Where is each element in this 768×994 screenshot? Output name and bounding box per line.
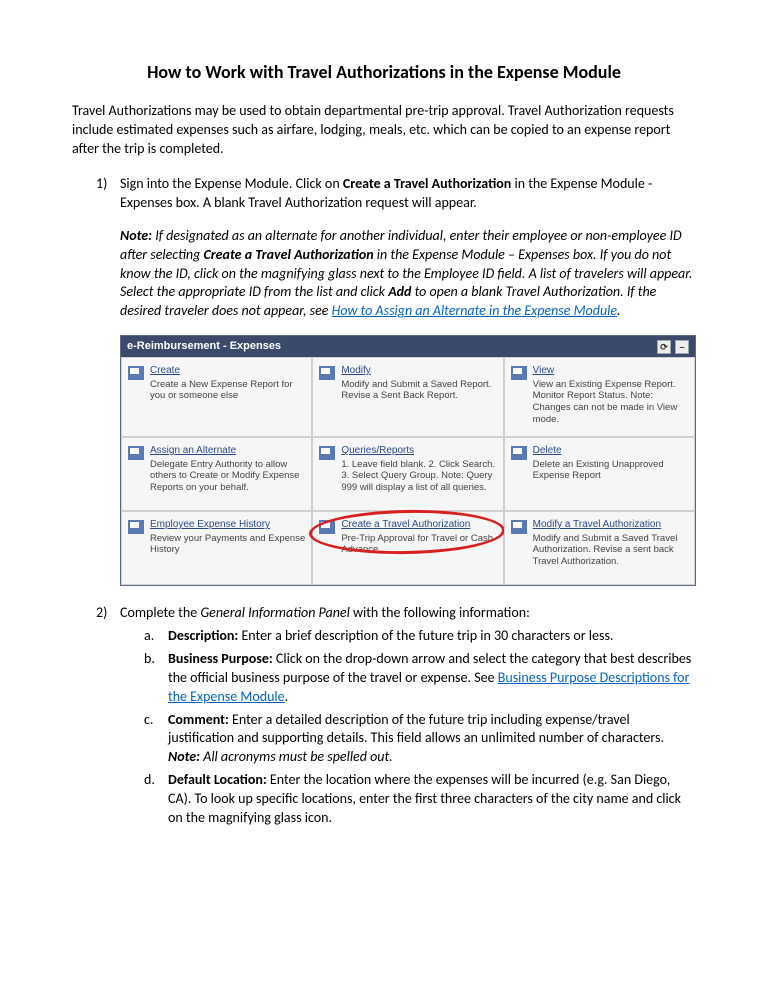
expense-panel: e-Reimbursement - Expenses ⟳ – CreateCre… (120, 335, 696, 586)
panel-cell[interactable]: Queries/Reports1. Leave field blank. 2. … (312, 437, 503, 511)
step2-item: Comment: Enter a detailed description of… (144, 711, 696, 768)
step-list: Sign into the Expense Module. Click on C… (72, 175, 696, 828)
panel-cell-desc: View an Existing Expense Report. Monitor… (533, 379, 688, 427)
step2-item: Business Purpose: Click on the drop-down… (144, 650, 696, 707)
step2-item: Default Location: Enter the location whe… (144, 771, 696, 828)
document-icon (511, 366, 527, 380)
panel-cell-title[interactable]: Modify (341, 364, 496, 378)
step-1: Sign into the Expense Module. Click on C… (96, 175, 696, 586)
panel-cell[interactable]: ModifyModify and Submit a Saved Report. … (312, 357, 503, 437)
panel-cell-desc: Delete an Existing Unapproved Expense Re… (533, 459, 688, 483)
item-note-label: Note: (168, 748, 200, 765)
panel-header-icons: ⟳ – (657, 340, 689, 354)
panel-cell-desc: Modify and Submit a Saved Travel Authori… (533, 533, 688, 569)
panel-cell-desc: 1. Leave field blank. 2. Click Search. 3… (341, 459, 496, 495)
document-icon (128, 520, 144, 534)
document-page: How to Work with Travel Authorizations i… (0, 0, 768, 882)
document-icon (511, 446, 527, 460)
panel-header: e-Reimbursement - Expenses ⟳ – (121, 336, 695, 357)
step2-lead-b: with the following information: (350, 604, 530, 621)
panel-cell[interactable]: Modify a Travel AuthorizationModify and … (504, 511, 695, 585)
item-label: Description: (168, 627, 238, 644)
panel-cell-desc: Create a New Expense Report for you or s… (150, 379, 305, 403)
panel-cell-title[interactable]: Create (150, 364, 305, 378)
document-icon (319, 520, 335, 534)
note-bold2: Add (388, 283, 411, 300)
item-text: Enter a brief description of the future … (238, 627, 613, 644)
panel-cell-title[interactable]: View (533, 364, 688, 378)
panel-cell[interactable]: Create a Travel AuthorizationPre-Trip Ap… (312, 511, 503, 585)
panel-cell-title[interactable]: Employee Expense History (150, 518, 305, 532)
document-icon (319, 366, 335, 380)
step1-bold: Create a Travel Authorization (343, 175, 511, 192)
panel-cell-title[interactable]: Create a Travel Authorization (341, 518, 496, 532)
panel-cell-body: Create a Travel AuthorizationPre-Trip Ap… (341, 518, 496, 574)
document-icon (128, 446, 144, 460)
panel-cell[interactable]: ViewView an Existing Expense Report. Mon… (504, 357, 695, 437)
item-label: Business Purpose: (168, 650, 273, 667)
item-note-text: All acronyms must be spelled out. (200, 748, 393, 765)
panel-cell-body: Assign an AlternateDelegate Entry Author… (150, 444, 305, 500)
intro-paragraph: Travel Authorizations may be used to obt… (72, 102, 696, 159)
panel-cell-title[interactable]: Delete (533, 444, 688, 458)
item-label: Comment: (168, 711, 229, 728)
panel-cell[interactable]: CreateCreate a New Expense Report for yo… (121, 357, 312, 437)
step2-lead-a: Complete the (120, 604, 200, 621)
step-2: Complete the General Information Panel w… (96, 604, 696, 828)
panel-title: e-Reimbursement - Expenses (127, 339, 281, 354)
step2-sublist: Description: Enter a brief description o… (120, 627, 696, 828)
note-label: Note: (120, 227, 152, 244)
panel-customize-icon[interactable]: ⟳ (657, 340, 671, 354)
panel-cell-body: DeleteDelete an Existing Unapproved Expe… (533, 444, 688, 500)
panel-cell-title[interactable]: Assign an Alternate (150, 444, 305, 458)
panel-cell-body: Queries/Reports1. Leave field blank. 2. … (341, 444, 496, 500)
page-title: How to Work with Travel Authorizations i… (72, 60, 696, 84)
panel-cell-desc: Pre-Trip Approval for Travel or Cash Adv… (341, 533, 496, 557)
panel-cell-body: Modify a Travel AuthorizationModify and … (533, 518, 688, 574)
panel-cell-body: ViewView an Existing Expense Report. Mon… (533, 364, 688, 426)
note-bold: Create a Travel Authorization (203, 246, 373, 263)
panel-cell-title[interactable]: Modify a Travel Authorization (533, 518, 688, 532)
panel-cell-desc: Delegate Entry Authority to allow others… (150, 459, 305, 495)
note-link[interactable]: How to Assign an Alternate in the Expens… (332, 302, 617, 319)
panel-grid: CreateCreate a New Expense Report for yo… (121, 357, 695, 585)
step1-text-a: Sign into the Expense Module. Click on (120, 175, 343, 192)
panel-cell[interactable]: Employee Expense HistoryReview your Paym… (121, 511, 312, 585)
item-text: Enter a detailed description of the futu… (168, 711, 664, 747)
panel-cell-desc: Modify and Submit a Saved Report. Revise… (341, 379, 496, 403)
step2-item: Description: Enter a brief description o… (144, 627, 696, 646)
item-text2: . (285, 688, 289, 705)
panel-minimize-icon[interactable]: – (675, 340, 689, 354)
panel-cell[interactable]: DeleteDelete an Existing Unapproved Expe… (504, 437, 695, 511)
panel-cell-body: ModifyModify and Submit a Saved Report. … (341, 364, 496, 426)
panel-cell-body: CreateCreate a New Expense Report for yo… (150, 364, 305, 426)
panel-cell-title[interactable]: Queries/Reports (341, 444, 496, 458)
document-icon (128, 366, 144, 380)
panel-cell[interactable]: Assign an AlternateDelegate Entry Author… (121, 437, 312, 511)
item-label: Default Location: (168, 771, 267, 788)
panel-cell-desc: Review your Payments and Expense History (150, 533, 305, 557)
step1-note: Note: If designated as an alternate for … (120, 227, 696, 321)
document-icon (511, 520, 527, 534)
panel-cell-body: Employee Expense HistoryReview your Paym… (150, 518, 305, 574)
note-d: . (617, 302, 621, 319)
step2-lead-ital: General Information Panel (200, 604, 349, 621)
document-icon (319, 446, 335, 460)
